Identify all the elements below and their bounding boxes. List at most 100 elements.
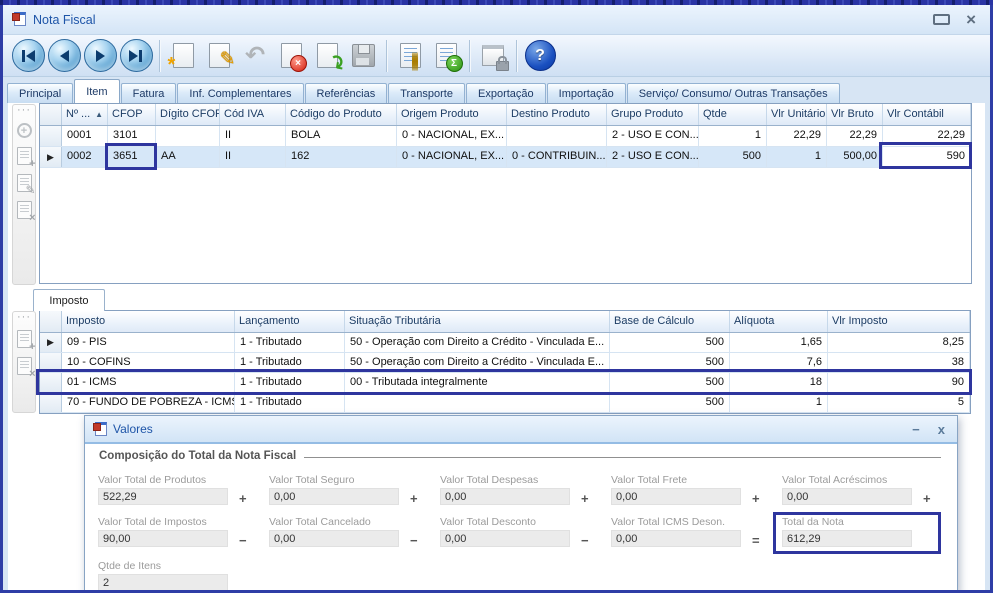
grid-cell[interactable]: 500,00 [827,147,883,167]
row-header[interactable] [40,373,62,392]
column-header[interactable]: Origem Produto [397,104,507,125]
column-header[interactable]: Grupo Produto [607,104,699,125]
tab-inf-complementares[interactable]: Inf. Complementares [177,83,303,103]
dialog-minimize-icon[interactable]: − [912,422,920,437]
edit-row-icon[interactable]: ✎ [17,174,32,192]
column-header[interactable]: Base de Cálculo [610,311,730,332]
grid-cell[interactable]: AA [156,147,220,167]
column-header[interactable]: Destino Produto [507,104,607,125]
last-record-button[interactable] [118,38,154,74]
next-record-button[interactable] [82,38,118,74]
tab-fatura[interactable]: Fatura [121,83,177,103]
row-header[interactable] [40,126,62,146]
grid-cell[interactable]: 3101 [108,126,156,146]
tab-servi-o-consumo-outras-transa-es[interactable]: Serviço/ Consumo/ Outras Transações [627,83,840,103]
tab-exporta-o[interactable]: Exportação [466,83,546,103]
insert-row-icon[interactable]: + [17,330,32,348]
undo-button[interactable]: ↶ [237,38,273,74]
table-row[interactable]: ▶00023651AAII1620 - NACIONAL, EX...0 - C… [40,147,971,168]
grid-cell[interactable]: 1 [730,393,828,412]
grid-cell[interactable]: BOLA [286,126,397,146]
add-row-icon[interactable]: + [17,123,32,138]
grid-cell[interactable]: 1 - Tributado [235,373,345,392]
valores-totals-button[interactable] [392,38,428,74]
first-record-button[interactable] [10,38,46,74]
save-button[interactable] [345,38,381,74]
grid-cell[interactable]: 00 - Tributada integralmente [345,373,610,392]
grid-cell[interactable]: 500 [610,353,730,372]
column-header[interactable]: Vlr Contábil [883,104,971,125]
tab-principal[interactable]: Principal [7,83,73,103]
column-header[interactable]: Vlr Imposto [828,311,970,332]
grid-cell[interactable]: 22,29 [883,126,971,146]
confirm-button[interactable]: ↷ [309,38,345,74]
grid-cell[interactable]: 500 [610,373,730,392]
current-row-indicator[interactable]: ▶ [40,147,62,167]
table-row[interactable]: 70 - FUNDO DE POBREZA - ICMS1 - Tributad… [40,393,970,413]
column-header[interactable]: Código do Produto [286,104,397,125]
tab-refer-ncias[interactable]: Referências [305,83,388,103]
grid-cell[interactable]: 22,29 [827,126,883,146]
dialog-close-icon[interactable]: x [938,422,945,437]
table-row[interactable]: 10 - COFINS1 - Tributado50 - Operação co… [40,353,970,373]
help-button[interactable]: ? [522,38,558,74]
column-header[interactable]: Imposto [62,311,235,332]
row-header[interactable] [40,393,62,412]
tab-importa-o[interactable]: Importação [547,83,626,103]
grid-cell[interactable]: 0002 [62,147,108,167]
grid-cell[interactable]: 500 [699,147,767,167]
delete-row-icon[interactable]: × [17,201,32,219]
close-icon[interactable]: × [966,15,976,25]
column-header[interactable]: Vlr Unitário [767,104,827,125]
grid-cell[interactable]: 1 [699,126,767,146]
table-row[interactable]: 00013101IIBOLA0 - NACIONAL, EX...2 - USO… [40,126,971,147]
edit-record-button[interactable]: ✎ [201,38,237,74]
grid-cell[interactable]: 1 [767,147,827,167]
impostos-sum-button[interactable]: Σ [428,38,464,74]
grid-cell[interactable]: 3651 [108,147,156,167]
grid-cell[interactable]: 18 [730,373,828,392]
column-header[interactable]: Dígito CFOP [156,104,220,125]
grid-cell[interactable]: 09 - PIS [62,333,235,352]
lock-button[interactable] [475,38,511,74]
current-row-indicator[interactable]: ▶ [40,333,62,352]
delete-record-button[interactable]: × [273,38,309,74]
grid-cell[interactable]: II [220,147,286,167]
column-header[interactable]: Lançamento [235,311,345,332]
column-header[interactable]: Vlr Bruto [827,104,883,125]
grid-cell[interactable] [156,126,220,146]
grid-cell[interactable]: 500 [610,393,730,412]
tab-item[interactable]: Item [74,79,119,103]
grid-cell[interactable]: 90 [828,373,970,392]
grid-cell[interactable]: 5 [828,393,970,412]
new-record-button[interactable]: * [165,38,201,74]
table-row[interactable]: 01 - ICMS1 - Tributado00 - Tributada int… [40,373,970,393]
table-row[interactable]: ▶09 - PIS1 - Tributado50 - Operação com … [40,333,970,353]
column-header[interactable]: Alíquota [730,311,828,332]
grid-cell[interactable]: 0 - CONTRIBUIN... [507,147,607,167]
column-header[interactable]: Qtde [699,104,767,125]
grid-cell[interactable]: 7,6 [730,353,828,372]
grid-cell[interactable]: 38 [828,353,970,372]
grid-cell[interactable]: 10 - COFINS [62,353,235,372]
grid-cell[interactable]: 0 - NACIONAL, EX... [397,147,507,167]
grid-cell[interactable]: 1 - Tributado [235,353,345,372]
grid-cell[interactable]: 1,65 [730,333,828,352]
column-header[interactable]: Nº ...▲ [62,104,108,125]
grid-cell[interactable]: 1 - Tributado [235,333,345,352]
grid-cell[interactable]: 500 [610,333,730,352]
grid-cell[interactable]: 70 - FUNDO DE POBREZA - ICMS [62,393,235,412]
grid-cell[interactable]: 2 - USO E CON... [607,147,699,167]
grid-cell[interactable]: 8,25 [828,333,970,352]
column-header[interactable]: Situação Tributária [345,311,610,332]
minimize-icon[interactable] [933,14,950,25]
grid-cell[interactable]: 50 - Operação com Direito a Crédito - Vi… [345,353,610,372]
previous-record-button[interactable] [46,38,82,74]
grid-cell[interactable]: 0 - NACIONAL, EX... [397,126,507,146]
grid-cell[interactable]: 50 - Operação com Direito a Crédito - Vi… [345,333,610,352]
grid-cell[interactable] [345,393,610,412]
grid-cell[interactable]: 01 - ICMS [62,373,235,392]
tab-transporte[interactable]: Transporte [388,83,465,103]
tab-imposto[interactable]: Imposto [33,289,105,311]
row-header[interactable] [40,353,62,372]
